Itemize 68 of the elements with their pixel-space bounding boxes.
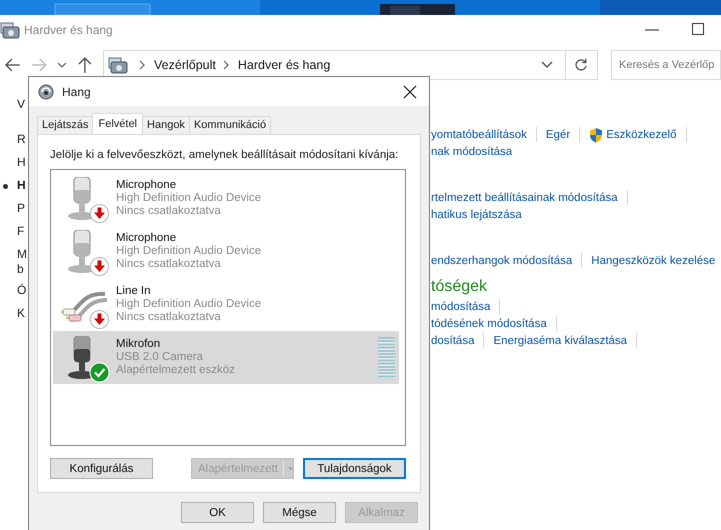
- caret-icon[interactable]: [57, 61, 68, 69]
- link[interactable]: Hangeszközök kezelése: [591, 254, 716, 266]
- link[interactable]: Eszközkezelő: [606, 128, 676, 140]
- shield-icon: [589, 126, 604, 142]
- device-name: Mikrofon: [116, 338, 162, 351]
- dialog-button[interactable]: Konfigurálás: [50, 458, 153, 479]
- dialog-button[interactable]: Tulajdonságok: [303, 458, 406, 479]
- device-row[interactable]: Line In High Definition Audio Device Nincs csatlakoztatva: [53, 278, 399, 331]
- link[interactable]: tódésének módosítása: [431, 318, 547, 330]
- device-description: USB 2.0 Camera: [116, 351, 204, 364]
- bullet-icon: [3, 184, 8, 189]
- chevron-icon: [222, 60, 230, 70]
- section-heading[interactable]: tóségek: [431, 276, 721, 298]
- device-row[interactable]: Microphone High Definition Audio Device Nincs csatlakoztatva: [53, 225, 399, 278]
- device-description: High Definition Audio Device: [116, 245, 262, 258]
- device-description: High Definition Audio Device: [116, 298, 262, 311]
- device-name: Microphone: [116, 179, 178, 192]
- search-field[interactable]: Keresés a Vezérlőp: [611, 50, 721, 80]
- cable-icon: [61, 290, 108, 322]
- device-row[interactable]: Microphone High Definition Audio Device Nincs csatlakoztatva: [53, 172, 399, 225]
- link[interactable]: Egér: [546, 128, 570, 140]
- breadcrumb-item[interactable]: Hardver és hang: [238, 58, 330, 72]
- device-name: Line In: [116, 285, 152, 298]
- refresh-icon: [574, 58, 588, 72]
- sidebar-link[interactable]: b: [17, 262, 27, 277]
- sidebar-link[interactable]: H: [17, 178, 26, 193]
- close-icon[interactable]: [403, 84, 417, 98]
- up-arrow-icon[interactable]: [77, 56, 94, 74]
- sidebar-link[interactable]: M: [17, 247, 27, 262]
- device-name: Microphone: [116, 232, 178, 245]
- window-title: Hardver és hang: [24, 23, 113, 37]
- chevron-icon: [138, 60, 146, 70]
- link[interactable]: yomtatóbeállítások: [431, 128, 527, 140]
- refresh-button[interactable]: [566, 50, 598, 80]
- dialog-button[interactable]: Mégse: [263, 502, 336, 523]
- sidebar-link[interactable]: P: [17, 201, 26, 216]
- caret-icon: [288, 466, 293, 472]
- breadcrumb-item[interactable]: Vezérlőpult: [154, 58, 216, 72]
- device-row[interactable]: Mikrofon USB 2.0 Camera Alapértelmezett eszköz: [53, 331, 399, 384]
- sidebar-link[interactable]: Ó: [17, 283, 26, 298]
- device-description: High Definition Audio Device: [116, 192, 262, 205]
- link[interactable]: endszerhangok módosítása: [431, 254, 572, 266]
- device-status: Nincs csatlakoztatva: [116, 258, 222, 271]
- link[interactable]: módosítása: [431, 300, 490, 312]
- dropdown-icon[interactable]: [540, 61, 553, 69]
- sidebar-link[interactable]: H: [17, 155, 26, 170]
- link[interactable]: hatikus lejátszása: [431, 208, 522, 220]
- link[interactable]: rtelmezett beállításainak módosítása: [431, 192, 618, 204]
- back-arrow-icon[interactable]: [4, 57, 22, 73]
- tab[interactable]: Lejátszás: [37, 116, 94, 134]
- tab[interactable]: Kommunikáció: [188, 116, 272, 134]
- instruction-text: Jelölje ki a felvevőeszközt, amelynek beállításait módosítani kívánja:: [50, 149, 400, 161]
- sidebar-link[interactable]: F: [17, 224, 24, 239]
- device-status: Nincs csatlakoztatva: [116, 205, 222, 218]
- link[interactable]: dosítása: [431, 334, 474, 346]
- link[interactable]: nak módosítása: [431, 146, 512, 158]
- device-status: Alapértelmezett eszköz: [116, 364, 235, 377]
- tab[interactable]: Felvétel: [92, 113, 144, 134]
- sidebar-link[interactable]: V: [17, 97, 26, 112]
- speaker-icon: [38, 84, 54, 100]
- sidebar-link[interactable]: R: [17, 132, 26, 147]
- sidebar-link[interactable]: K: [17, 306, 26, 321]
- control-panel-icon: [0, 21, 20, 39]
- link[interactable]: Energiaséma kiválasztása: [493, 334, 628, 346]
- device-status: Nincs csatlakoztatva: [116, 311, 222, 324]
- control-panel-icon: [108, 56, 128, 74]
- dialog-title: Hang: [62, 84, 91, 98]
- dialog-button[interactable]: OK: [181, 502, 254, 523]
